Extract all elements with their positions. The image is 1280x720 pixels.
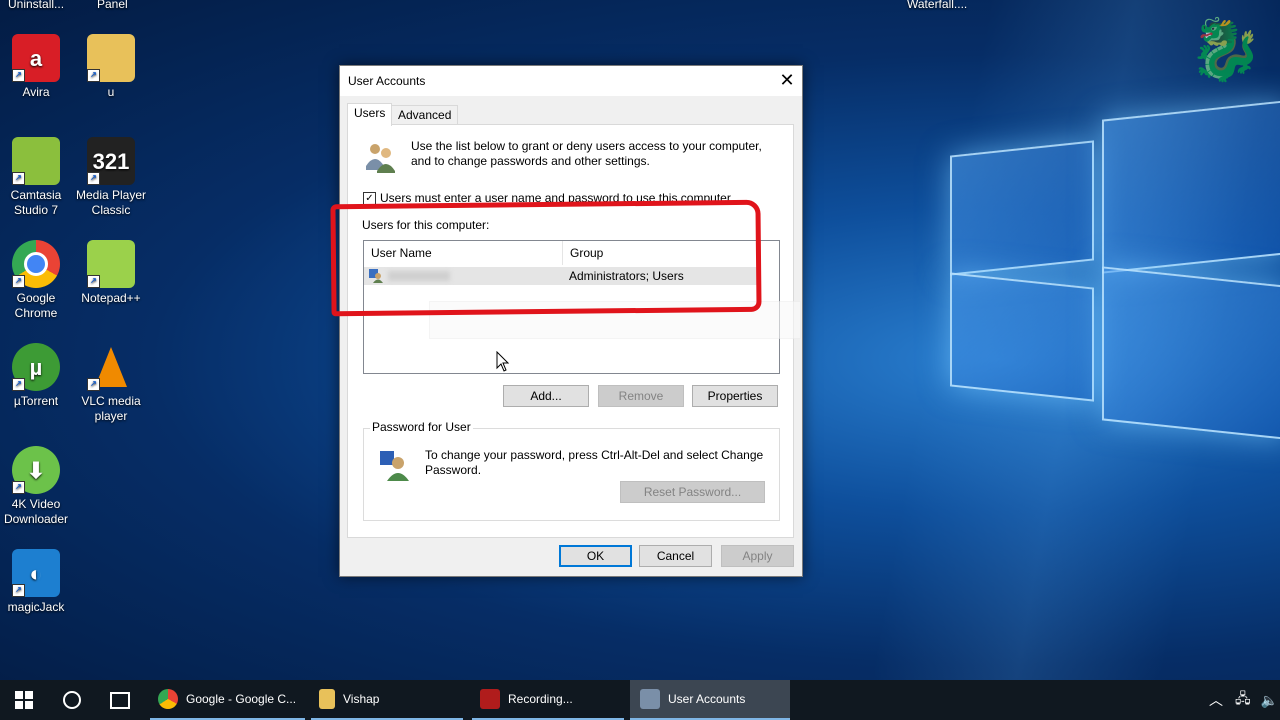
desktop-icon-label: u	[107, 85, 115, 99]
recorder-icon	[480, 689, 500, 709]
tab-advanced[interactable]: Advanced	[391, 105, 459, 125]
folder-icon	[319, 689, 335, 709]
taskbar-item-label: Vishap	[343, 692, 380, 706]
users-list[interactable]: User Name Group Administrators; Users	[363, 240, 801, 374]
mouse-cursor-icon	[496, 351, 510, 372]
taskbar: Google - Google C... Vishap Recording...…	[0, 680, 1280, 720]
windows-start-icon	[15, 691, 33, 709]
avira-icon: a ↗	[12, 34, 60, 82]
media-player-classic-icon: 321 ↗	[87, 137, 135, 185]
chevron-up-icon[interactable]: ︿	[1209, 690, 1223, 710]
add-button[interactable]: Add...	[503, 385, 589, 407]
network-icon[interactable]: 🖧	[1235, 688, 1251, 712]
ok-button[interactable]: OK	[559, 545, 632, 567]
desktop-icon-label: µTorrent	[13, 394, 59, 408]
taskbar-item-label: Google - Google C...	[186, 692, 297, 706]
desktop-icon-label[interactable]: Waterfall....	[907, 0, 967, 11]
desktop-icon-label: magicJack	[7, 600, 65, 614]
require-password-checkbox[interactable]: ✓ Users must enter a user name and passw…	[363, 191, 734, 205]
cancel-button[interactable]: Cancel	[639, 545, 712, 567]
taskbar-item-vishap[interactable]: Vishap	[311, 680, 463, 720]
user-password-icon	[380, 451, 409, 481]
vlc-cone-icon: ↗	[87, 343, 135, 391]
desktop-icon-avira[interactable]: a ↗ Avira	[0, 34, 74, 100]
password-instructions: To change your password, press Ctrl-Alt-…	[425, 448, 764, 477]
notepad-plus-plus-icon: ↗	[87, 240, 135, 288]
taskbar-item-label: Recording...	[508, 692, 573, 706]
start-button[interactable]	[0, 680, 48, 720]
properties-button[interactable]: Properties	[692, 385, 778, 407]
desktop-icon-camtasia[interactable]: ↗ Camtasia Studio 7	[0, 137, 74, 218]
desktop-icon-vlc[interactable]: ↗ VLC media player	[73, 343, 149, 424]
windows-logo-pane	[950, 140, 1094, 276]
desktop-icon-4k-video-downloader[interactable]: ⬇ ↗ 4K Video Downloader	[0, 446, 74, 527]
desktop-icon-google-chrome[interactable]: ↗ Google Chrome	[0, 240, 74, 321]
desktop-icon-media-player-classic[interactable]: 321 ↗ Media Player Classic	[73, 137, 149, 218]
users-group-icon	[366, 144, 395, 173]
users-list-label: Users for this computer:	[362, 218, 490, 232]
desktop-icon-notepad-plus-plus[interactable]: ↗ Notepad++	[73, 240, 149, 306]
volume-icon[interactable]: 🔈	[1261, 692, 1278, 709]
windows-logo-pane	[950, 272, 1094, 402]
taskbar-item-chrome[interactable]: Google - Google C...	[150, 680, 305, 720]
user-group-cell: Administrators; Users	[569, 269, 684, 283]
windows-logo-pane	[1102, 266, 1280, 440]
checkbox-label[interactable]: Users must enter a user name and passwor…	[380, 191, 734, 205]
utorrent-icon: µ ↗	[12, 343, 60, 391]
dialog-titlebar[interactable]: User Accounts ✕	[340, 66, 802, 96]
desktop-icon-label: VLC media player	[81, 394, 141, 423]
camtasia-icon: ↗	[12, 137, 60, 185]
cortana-search-button[interactable]	[48, 680, 96, 720]
user-name-redacted	[388, 271, 450, 281]
folder-icon: ↗	[87, 34, 135, 82]
faded-overlay-tooltip	[429, 301, 801, 339]
desktop-icon-label[interactable]: Panel	[97, 0, 128, 11]
column-header-group[interactable]: Group	[563, 241, 761, 265]
password-group-legend: Password for User	[370, 420, 473, 434]
magicjack-icon: ◐ ↗	[12, 549, 60, 597]
table-row[interactable]: Administrators; Users	[364, 267, 760, 285]
chrome-icon: ↗	[12, 240, 60, 288]
desktop-icon-utorrent[interactable]: µ ↗ µTorrent	[0, 343, 74, 409]
users-tab-page: Use the list below to grant or deny user…	[347, 124, 801, 538]
desktop-icon-label: Camtasia Studio 7	[10, 188, 62, 217]
checkbox-check-icon[interactable]: ✓	[363, 191, 376, 205]
task-view-button[interactable]	[96, 680, 144, 720]
desktop-icon-u[interactable]: ↗ u	[73, 34, 149, 100]
remove-button[interactable]: Remove	[598, 385, 684, 407]
tab-users[interactable]: Users	[347, 103, 393, 126]
system-tray: ︿ 🖧 🔈	[1209, 680, 1280, 720]
windows-logo-pane	[1102, 100, 1280, 274]
desktop-icon-magicjack[interactable]: ◐ ↗ magicJack	[0, 549, 74, 615]
close-button[interactable]: ✕	[772, 66, 802, 96]
user-accounts-icon	[640, 689, 660, 709]
dialog-title: User Accounts	[348, 74, 426, 88]
desktop-icon-label: 4K Video Downloader	[3, 497, 69, 526]
task-view-icon	[110, 691, 130, 709]
desktop-icon-label: Avira	[22, 85, 50, 99]
desktop-icon-label[interactable]: Uninstall...	[8, 0, 64, 11]
dragon-logo-icon: 🐉	[1188, 16, 1263, 83]
cortana-circle-icon	[63, 691, 81, 709]
chrome-icon	[158, 689, 178, 709]
user-accounts-dialog: User Accounts ✕ Users Advanced Use the l…	[339, 65, 803, 577]
desktop-icon-label: Notepad++	[81, 291, 141, 305]
intro-text: Use the list below to grant or deny user…	[411, 139, 762, 168]
column-header-user-name[interactable]: User Name	[364, 241, 563, 265]
4k-video-downloader-icon: ⬇ ↗	[12, 446, 60, 494]
desktop-icon-label: Media Player Classic	[75, 188, 147, 217]
user-icon	[369, 269, 383, 283]
taskbar-item-user-accounts[interactable]: User Accounts	[630, 680, 790, 720]
reset-password-button[interactable]: Reset Password...	[620, 481, 765, 503]
taskbar-item-recording[interactable]: Recording...	[472, 680, 624, 720]
taskbar-item-label: User Accounts	[668, 692, 746, 706]
apply-button[interactable]: Apply	[721, 545, 794, 567]
desktop-icon-label: Google Chrome	[14, 291, 58, 320]
password-groupbox: Password for User To change your passwor…	[363, 420, 780, 521]
